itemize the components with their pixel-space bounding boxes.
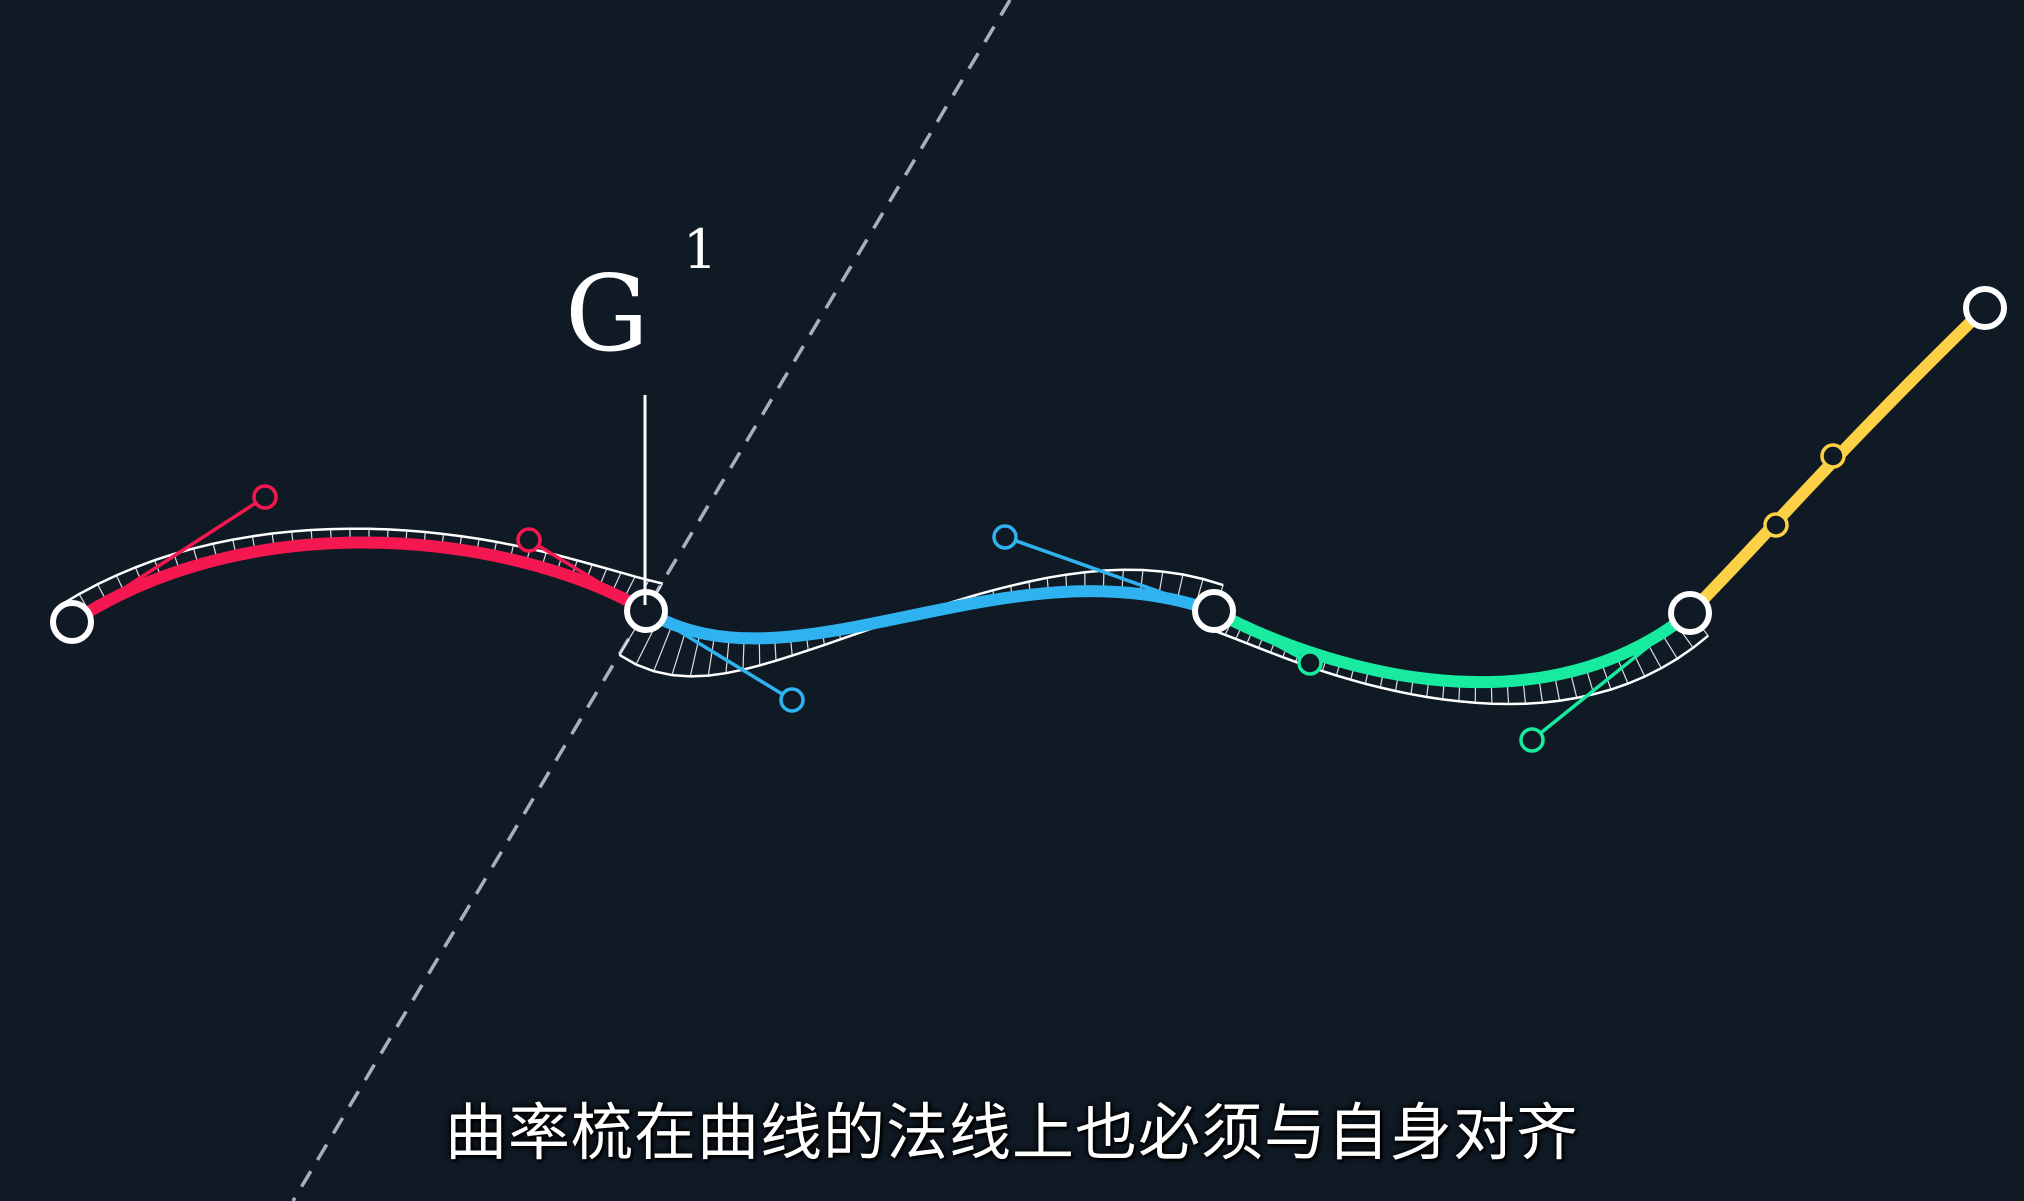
comb-tooth (707, 635, 716, 676)
curvature-comb-2 (618, 568, 1224, 678)
red-segment (66, 536, 652, 628)
diagram-stage: G 1 曲率梳在曲线的法线上也必须与自身对齐 (0, 0, 2024, 1201)
knot-point-icon (50, 600, 94, 644)
knot-point-icon (1963, 286, 2007, 330)
spline-curvature-diagram: G 1 (50, 0, 2007, 1201)
control-handle-icon (1763, 512, 1789, 538)
g1-label: G (565, 253, 649, 375)
control-handle-icon (516, 527, 542, 553)
control-handle-icon (1297, 650, 1323, 676)
control-polygons (71, 306, 1987, 742)
curvature-combs (60, 306, 1986, 706)
knot-point-icon (1668, 591, 1712, 635)
control-handle-icon (1820, 443, 1846, 469)
comb-envelope (618, 568, 1224, 678)
control-handle-icon (992, 524, 1018, 550)
blue-segment (640, 585, 1220, 645)
subtitle-caption: 曲率梳在曲线的法线上也必须与自身对齐 (444, 1096, 1579, 1169)
control-handle-icon (1519, 727, 1545, 753)
control-handle-icon (252, 484, 278, 510)
comb-tooth (653, 623, 673, 672)
knot-point-icon (1192, 589, 1236, 633)
control-handle-icon (779, 687, 805, 713)
g1-label-superscript: 1 (683, 218, 717, 281)
